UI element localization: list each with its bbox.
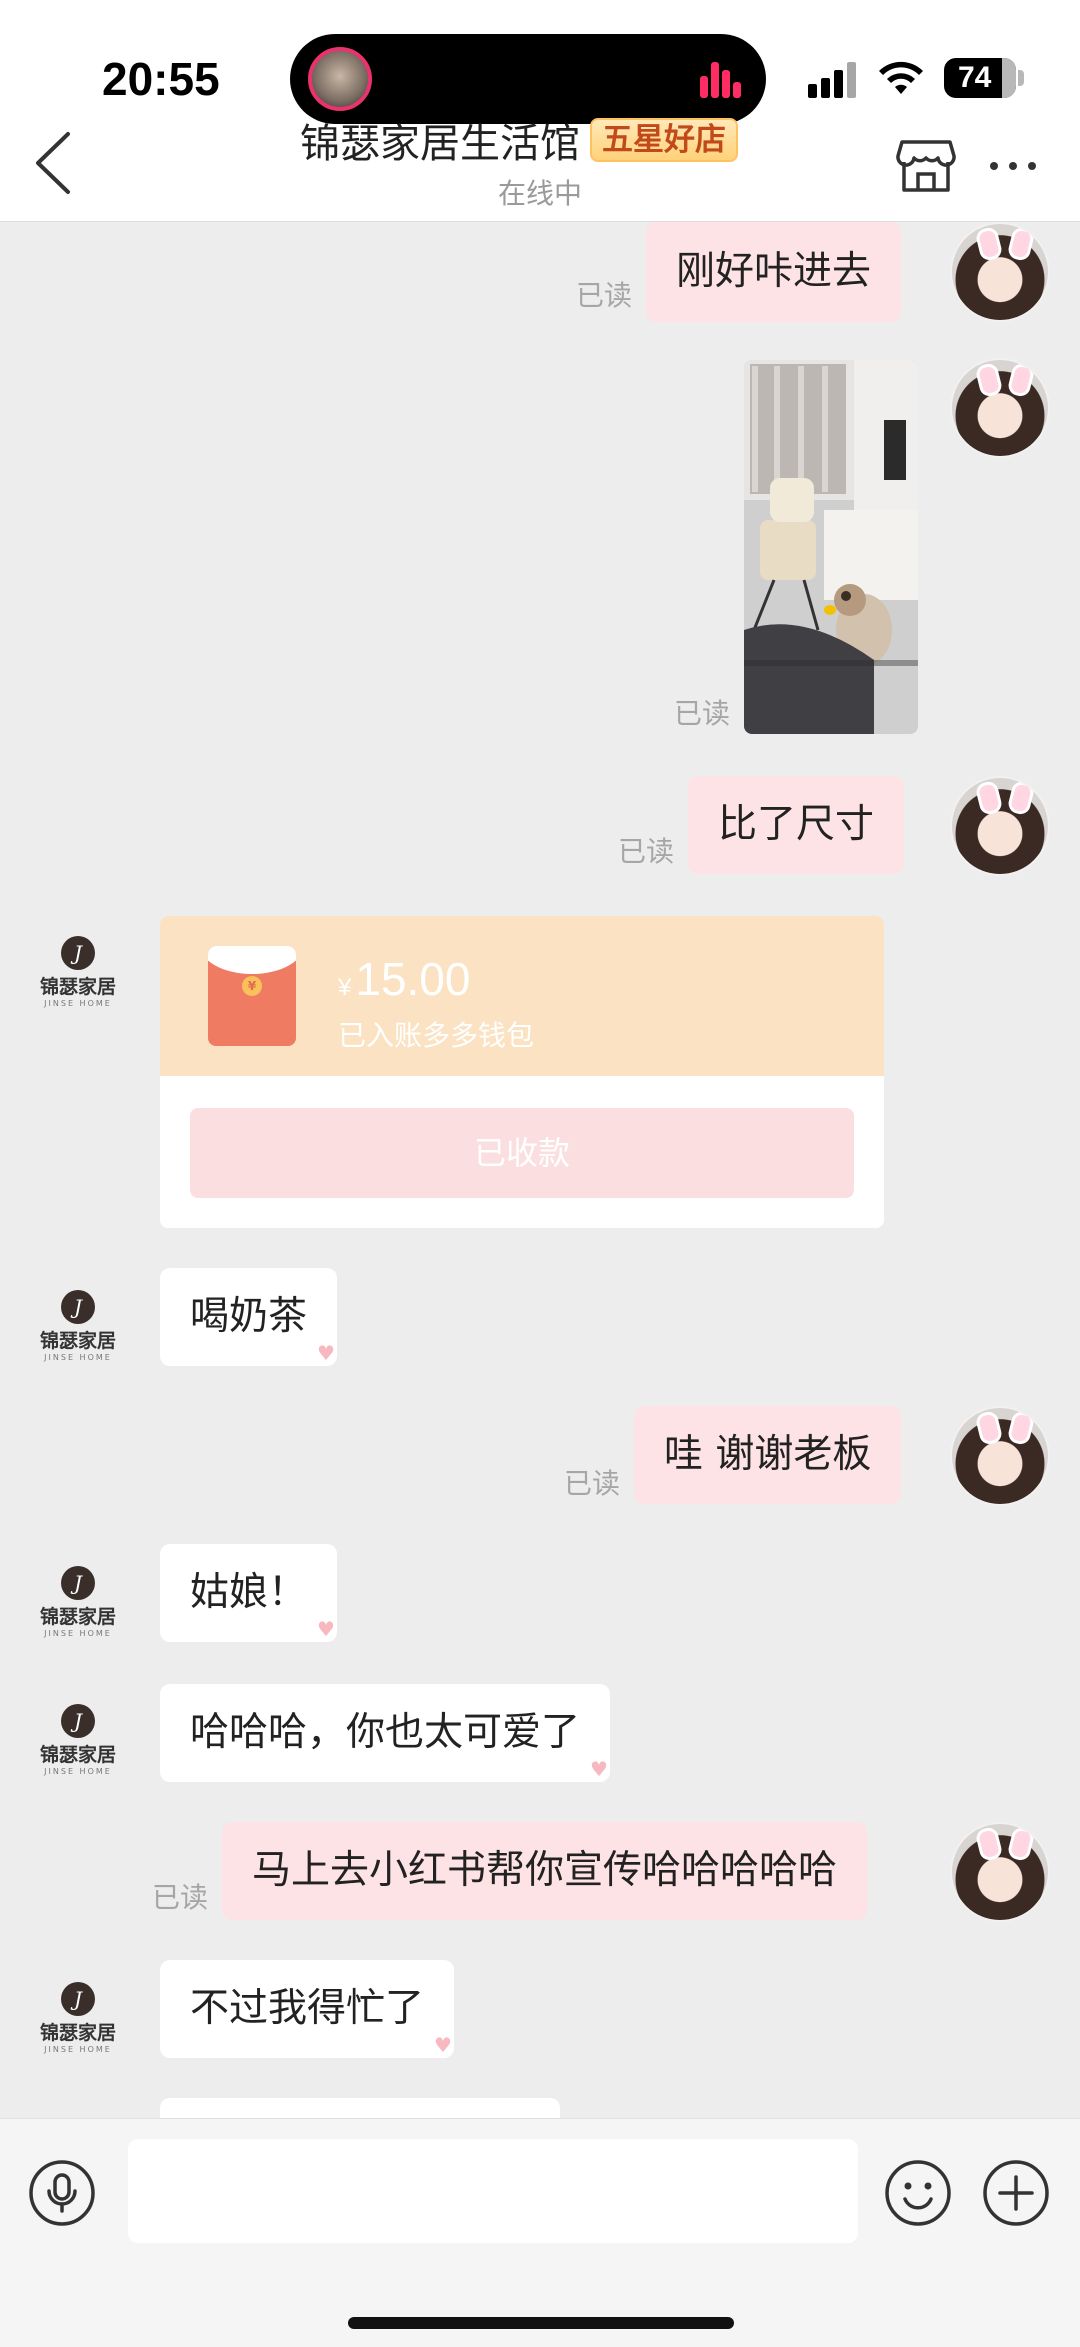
- user-avatar[interactable]: [950, 1822, 1050, 1922]
- message-bubble-in[interactable]: 喝奶茶 ♥: [160, 1268, 338, 1366]
- red-packet-card[interactable]: ¥ ¥15.00 已入账多多钱包 已收款: [160, 916, 884, 1228]
- read-receipt: 已读: [674, 697, 731, 730]
- more-options-icon[interactable]: [986, 150, 1040, 180]
- user-avatar[interactable]: [950, 222, 1050, 322]
- shop-logo-name: 锦瑟家居: [39, 2022, 116, 2044]
- red-packet-header: ¥ ¥15.00 已入账多多钱包: [160, 916, 884, 1076]
- battery-tip: [1018, 70, 1024, 86]
- message-bubble-in-partial[interactable]: [160, 2098, 560, 2118]
- shop-avatar[interactable]: J 锦瑟家居 JINSE HOME: [28, 1552, 128, 1652]
- shop-logo-mark: J: [61, 936, 95, 970]
- home-indicator[interactable]: [348, 2317, 734, 2329]
- plus-circle-icon[interactable]: [982, 2159, 1050, 2227]
- shop-avatar[interactable]: J 锦瑟家居 JINSE HOME: [28, 1968, 128, 2068]
- message-text: 姑娘！: [190, 1570, 308, 1615]
- red-packet-amount: ¥15.00: [338, 952, 470, 1006]
- red-envelope-icon: ¥: [208, 946, 296, 1046]
- chat-title-wrap[interactable]: 锦瑟家居生活馆 五星好店: [300, 112, 738, 168]
- image-message[interactable]: [744, 360, 918, 734]
- cellular-signal-icon: [808, 62, 858, 98]
- battery-indicator: 74: [944, 58, 1016, 98]
- message-bubble-in[interactable]: 姑娘！ ♥: [160, 1544, 338, 1642]
- message-text: 哈哈哈，你也太可爱了: [190, 1710, 581, 1755]
- shop-logo-sub: JINSE HOME: [44, 2045, 112, 2054]
- emoji-icon[interactable]: [884, 2159, 952, 2227]
- pin-badge-icon: ♥: [317, 1617, 335, 1641]
- user-avatar[interactable]: [950, 358, 1050, 458]
- shop-logo-sub: JINSE HOME: [44, 1629, 112, 1638]
- microphone-icon[interactable]: [28, 2159, 96, 2227]
- audio-wave-icon: [700, 60, 741, 98]
- now-playing-thumbnail: [308, 47, 372, 111]
- message-bubble-in[interactable]: 哈哈哈，你也太可爱了 ♥: [160, 1684, 611, 1782]
- read-receipt: 已读: [576, 279, 633, 312]
- message-bubble-out[interactable]: 刚好咔进去: [646, 222, 902, 322]
- message-bubble-out[interactable]: 比了尺寸: [688, 776, 905, 874]
- message-text: 不过我得忙了: [190, 1986, 425, 2031]
- room-photo-thumbnail: [744, 360, 918, 734]
- read-receipt: 已读: [152, 1881, 209, 1914]
- shop-logo-sub: JINSE HOME: [44, 999, 112, 1008]
- read-receipt: 已读: [618, 835, 675, 868]
- wifi-icon: [879, 61, 923, 94]
- user-avatar[interactable]: [950, 1406, 1050, 1506]
- shop-logo-name: 锦瑟家居: [39, 1744, 116, 1766]
- message-input[interactable]: [128, 2139, 858, 2243]
- received-status-button[interactable]: 已收款: [190, 1108, 854, 1198]
- currency-symbol: ¥: [338, 974, 352, 1001]
- read-receipt: 已读: [564, 1467, 621, 1500]
- chat-title: 锦瑟家居生活馆: [300, 121, 580, 167]
- status-time: 20:55: [102, 53, 220, 105]
- message-bubble-out[interactable]: 哇 谢谢老板: [634, 1406, 902, 1504]
- chat-area[interactable]: 已读 刚好咔进去 已读 已读 比了尺寸 J 锦瑟家居 JINSE HOME ¥ …: [0, 222, 1080, 2118]
- pin-badge-icon: ♥: [590, 1757, 608, 1781]
- amount-value: 15.00: [355, 953, 471, 1005]
- shop-avatar[interactable]: J 锦瑟家居 JINSE HOME: [28, 1690, 128, 1790]
- shop-logo-name: 锦瑟家居: [39, 1330, 116, 1352]
- five-star-badge: 五星好店: [590, 118, 738, 162]
- shop-logo-sub: JINSE HOME: [44, 1353, 112, 1362]
- input-bar: [0, 2118, 1080, 2347]
- store-icon[interactable]: [896, 138, 956, 194]
- shop-logo-mark: J: [61, 1290, 95, 1324]
- pin-badge-icon: ♥: [317, 1341, 335, 1365]
- shop-logo-mark: J: [61, 1982, 95, 2016]
- shop-avatar[interactable]: J 锦瑟家居 JINSE HOME: [28, 1276, 128, 1376]
- red-packet-note: 已入账多多钱包: [338, 1019, 535, 1052]
- pin-badge-icon: ♥: [434, 2033, 452, 2057]
- user-avatar[interactable]: [950, 776, 1050, 876]
- shop-logo-sub: JINSE HOME: [44, 1767, 112, 1776]
- shop-logo-name: 锦瑟家居: [39, 1606, 116, 1628]
- shop-logo-mark: J: [61, 1704, 95, 1738]
- shop-avatar[interactable]: J 锦瑟家居 JINSE HOME: [28, 922, 128, 1022]
- message-bubble-in[interactable]: 不过我得忙了 ♥: [160, 1960, 455, 2058]
- message-text: 喝奶茶: [190, 1294, 308, 1339]
- message-bubble-out[interactable]: 马上去小红书帮你宣传哈哈哈哈哈: [222, 1822, 868, 1920]
- shop-logo-name: 锦瑟家居: [39, 976, 116, 998]
- top-bar: 20:55 74 锦瑟家居生活馆 五星好店 在线中: [0, 0, 1080, 222]
- shop-logo-mark: J: [61, 1566, 95, 1600]
